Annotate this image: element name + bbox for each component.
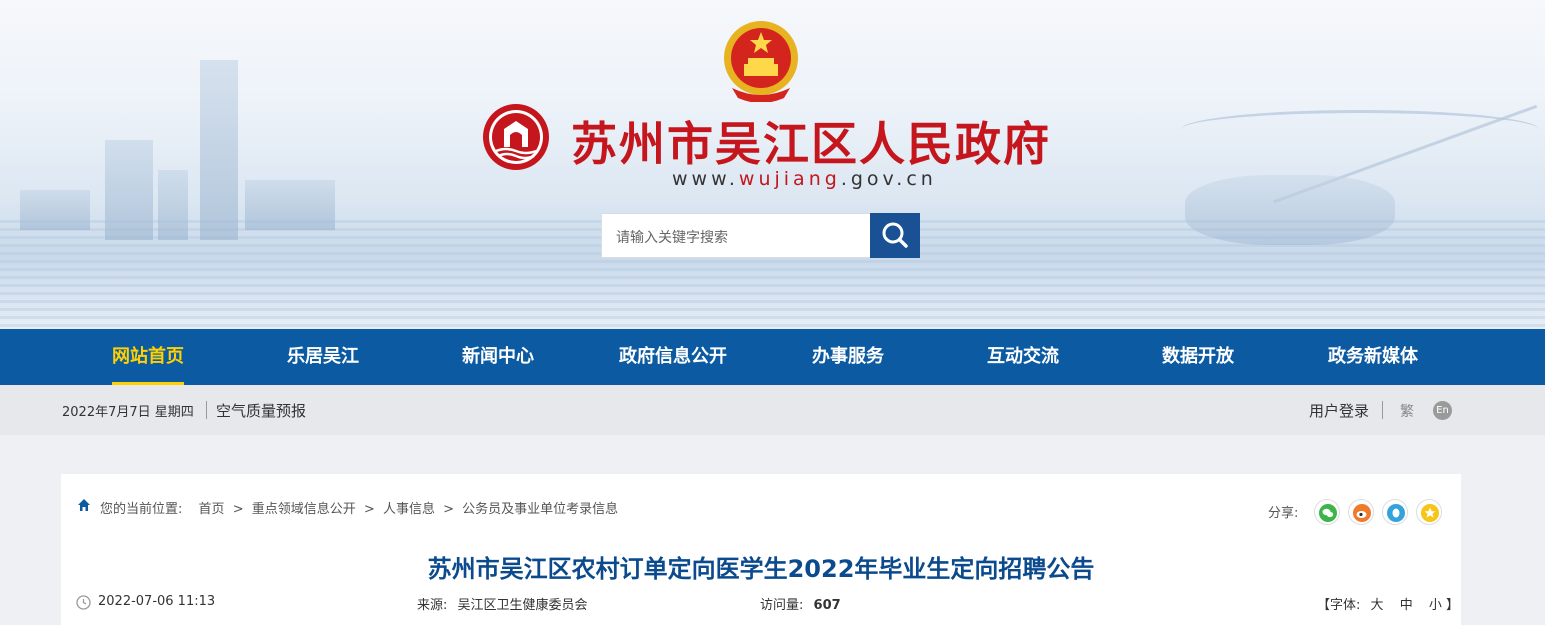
nav-item-gov-info[interactable]: 政府信息公开 bbox=[619, 329, 727, 385]
nav-item-news[interactable]: 新闻中心 bbox=[462, 329, 534, 385]
search-icon bbox=[882, 222, 908, 248]
breadcrumb-separator: > bbox=[443, 502, 454, 517]
font-size-controls: 【字体: 大 中 小 】 bbox=[1317, 594, 1459, 613]
nav-item-services[interactable]: 办事服务 bbox=[812, 329, 884, 385]
wechat-icon bbox=[1319, 504, 1337, 522]
english-toggle[interactable]: En bbox=[1433, 401, 1452, 420]
site-title: 苏州市吴江区人民政府 bbox=[571, 117, 1051, 171]
share-favorite-button[interactable] bbox=[1416, 499, 1442, 525]
article-views: 访问量: 607 bbox=[760, 594, 841, 613]
breadcrumb-link-recruitment[interactable]: 公务员及事业单位考录信息 bbox=[462, 502, 618, 517]
clock-icon bbox=[76, 595, 91, 610]
share-wechat-button[interactable] bbox=[1314, 499, 1340, 525]
nav-item-living[interactable]: 乐居吴江 bbox=[287, 329, 359, 385]
skyline-building bbox=[20, 190, 90, 230]
breadcrumb-separator: > bbox=[363, 502, 375, 517]
site-url: www.wujiang.gov.cn bbox=[672, 168, 937, 190]
article-source: 来源: 吴江区卫生健康委员会 bbox=[417, 594, 588, 613]
article-title: 苏州市吴江区农村订单定向医学生2022年毕业生定向招聘公告 bbox=[427, 555, 1095, 583]
nav-item-home[interactable]: 网站首页 bbox=[112, 329, 184, 385]
source-label: 来源: bbox=[417, 598, 448, 613]
info-bar: 2022年7月7日 星期四 空气质量预报 用户登录 繁 En bbox=[0, 385, 1545, 435]
views-count: 607 bbox=[813, 598, 841, 613]
site-header: 苏州市吴江区人民政府 www.wujiang.gov.cn 请输入关键字搜索 bbox=[0, 0, 1545, 329]
island-trees bbox=[1185, 175, 1395, 245]
publish-datetime: 2022-07-06 11:13 bbox=[98, 594, 216, 609]
skyline-building bbox=[105, 140, 153, 240]
traditional-chinese-toggle[interactable]: 繁 bbox=[1400, 401, 1414, 421]
search-button[interactable] bbox=[870, 213, 920, 258]
weibo-icon bbox=[1353, 504, 1371, 522]
site-url-prefix: www. bbox=[672, 168, 739, 190]
nav-item-open-data[interactable]: 数据开放 bbox=[1162, 329, 1234, 385]
search-input[interactable]: 请输入关键字搜索 bbox=[601, 213, 871, 258]
site-url-suffix: .gov.cn bbox=[840, 168, 937, 190]
air-quality-link[interactable]: 空气质量预报 bbox=[216, 400, 306, 421]
skyline-building bbox=[245, 180, 335, 230]
breadcrumb-separator: > bbox=[232, 502, 244, 517]
source-value: 吴江区卫生健康委员会 bbox=[457, 598, 588, 613]
national-emblem-icon bbox=[724, 21, 798, 102]
views-label: 访问量: bbox=[760, 598, 804, 613]
breadcrumb-label: 您的当前位置: bbox=[100, 502, 183, 517]
breadcrumb-link-home[interactable]: 首页 bbox=[199, 502, 225, 517]
district-logo-icon bbox=[483, 104, 549, 170]
share-label: 分享: bbox=[1268, 506, 1299, 521]
breadcrumb-link-personnel[interactable]: 人事信息 bbox=[383, 502, 435, 517]
qq-icon bbox=[1387, 504, 1405, 522]
font-size-medium[interactable]: 中 bbox=[1400, 598, 1413, 613]
font-size-small[interactable]: 小 bbox=[1429, 598, 1442, 613]
breadcrumb-link-key-areas[interactable]: 重点领域信息公开 bbox=[252, 502, 356, 517]
user-login-link[interactable]: 用户登录 bbox=[1309, 400, 1369, 421]
skyline-building bbox=[158, 170, 188, 240]
favorite-icon bbox=[1421, 504, 1439, 522]
font-size-large[interactable]: 大 bbox=[1371, 598, 1384, 613]
breadcrumb: 您的当前位置: 首页 > 重点领域信息公开 > 人事信息 > 公务员及事业单位考… bbox=[100, 498, 622, 517]
share-weibo-button[interactable] bbox=[1348, 499, 1374, 525]
main-nav: 网站首页 乐居吴江 新闻中心 政府信息公开 办事服务 互动交流 数据开放 政务新… bbox=[0, 329, 1545, 385]
skyline-building bbox=[200, 60, 238, 240]
home-icon bbox=[78, 499, 90, 511]
font-size-label: 【字体: bbox=[1317, 598, 1361, 613]
article-card: 您的当前位置: 首页 > 重点领域信息公开 > 人事信息 > 公务员及事业单位考… bbox=[61, 474, 1461, 625]
font-size-close: 】 bbox=[1446, 598, 1460, 613]
site-url-domain: wujiang bbox=[738, 168, 841, 190]
divider bbox=[206, 401, 207, 419]
nav-item-interaction[interactable]: 互动交流 bbox=[987, 329, 1059, 385]
divider bbox=[1382, 401, 1383, 419]
nav-item-new-media[interactable]: 政务新媒体 bbox=[1328, 329, 1418, 385]
current-date: 2022年7月7日 星期四 bbox=[62, 405, 194, 420]
share-qq-button[interactable] bbox=[1382, 499, 1408, 525]
